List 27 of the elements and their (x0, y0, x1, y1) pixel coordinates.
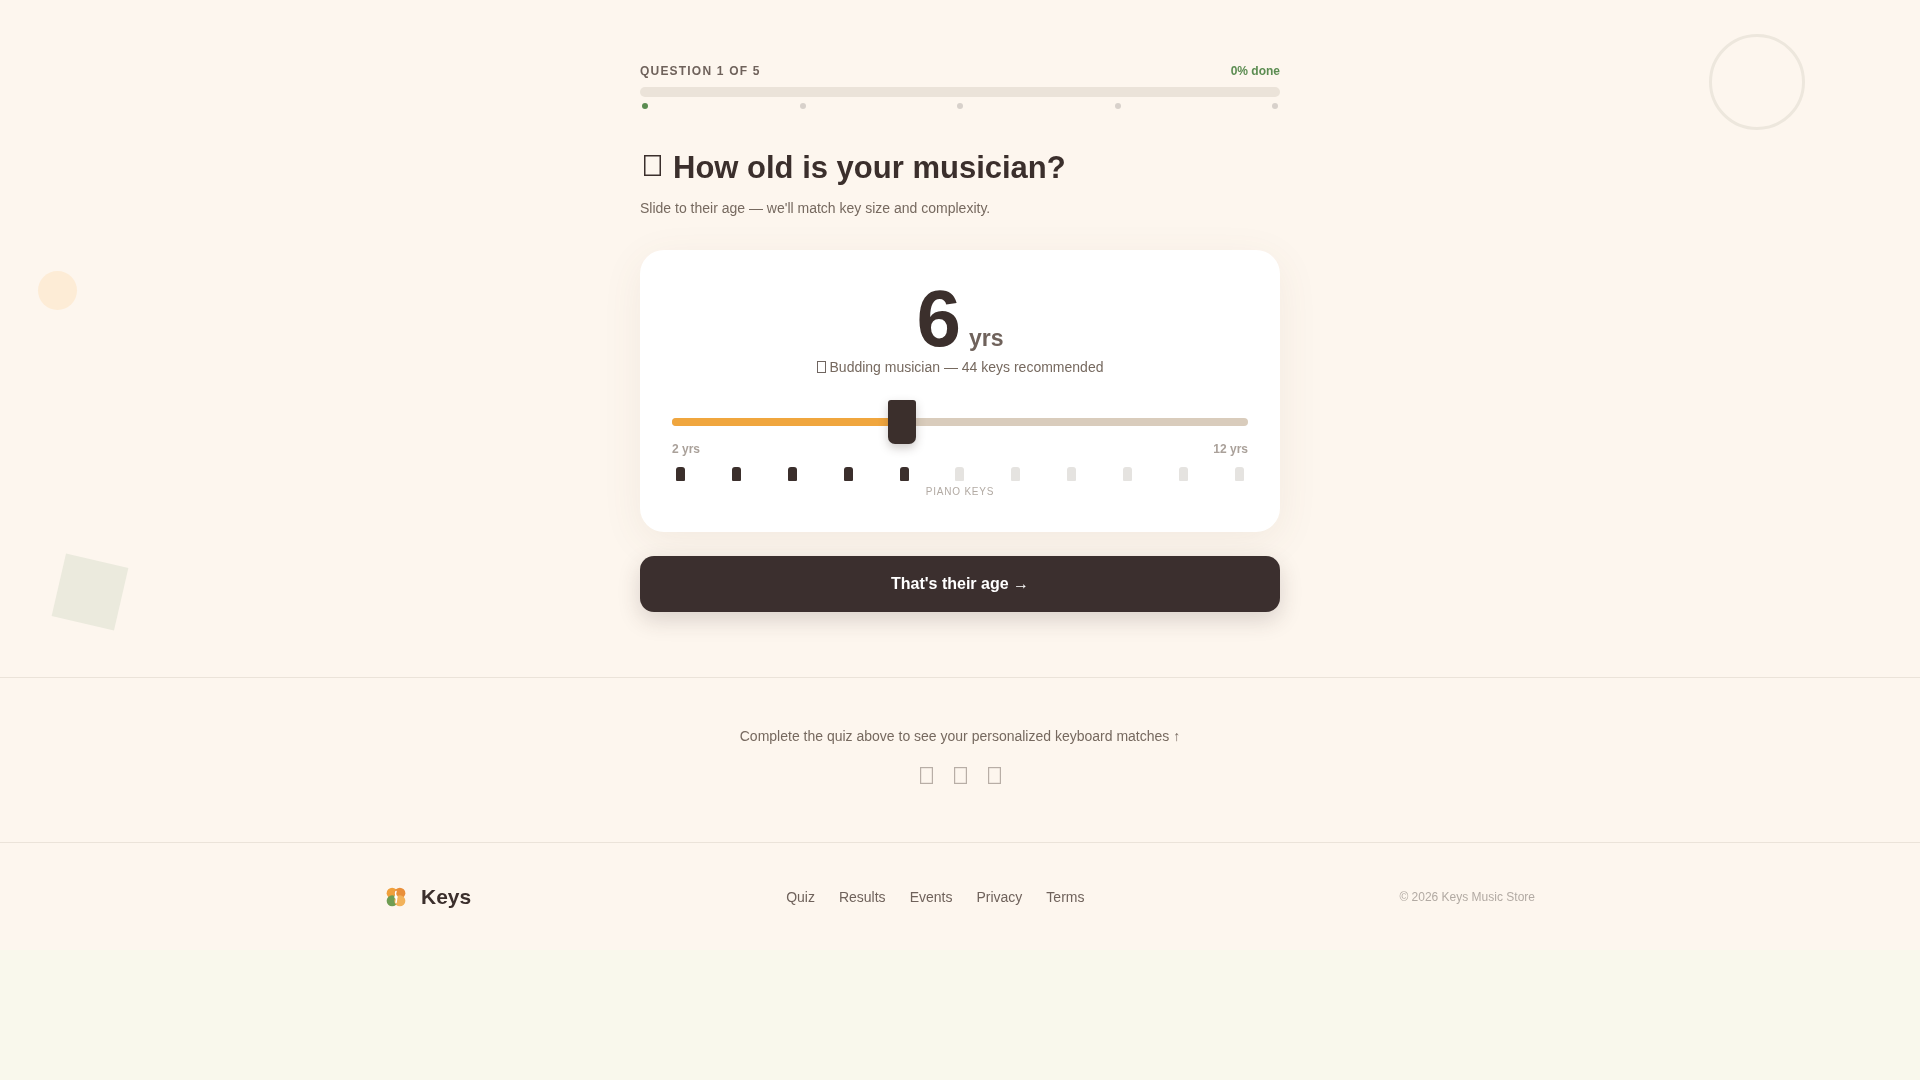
footer-link[interactable]: Results (838, 889, 886, 905)
piano-keys-label: PIANO KEYS (925, 486, 995, 497)
footer-link[interactable]: Quiz (786, 889, 815, 905)
footer-link[interactable]: Terms (1046, 889, 1085, 905)
slider-min-label: 2 yrs (672, 441, 701, 457)
brand-name: Keys (421, 885, 472, 909)
slider-max-label: 12 yrs (1213, 441, 1248, 457)
missing-glyph-icon (644, 154, 661, 176)
missing-glyph-icon (919, 767, 933, 784)
missing-glyph-icon (816, 361, 826, 373)
missing-glyph-icon (953, 767, 967, 784)
question-counter: QUESTION 1 OF 5 (640, 64, 761, 78)
age-caption: Budding musician — 44 keys recommended (829, 358, 1104, 377)
results-hint: Complete the quiz above to see your personalized keyboard matches ↑ (739, 728, 1181, 744)
question-title: How old is your musician? (673, 150, 1066, 186)
copyright: © 2026 Keys Music Store (1399, 890, 1535, 904)
question-subtitle: Slide to their age — we'll match key size and complexity. (640, 200, 991, 216)
footer-link[interactable]: Privacy (976, 889, 1023, 905)
next-button[interactable]: That's their age → (640, 556, 1280, 612)
progress-percent: 0% done (1230, 64, 1280, 78)
missing-glyph-icon (987, 767, 1001, 784)
age-unit: yrs (968, 325, 1004, 352)
circle-decoration (38, 271, 77, 310)
flower-logo-icon (385, 886, 407, 908)
footer-link[interactable]: Events (909, 889, 953, 905)
age-value: 6 (916, 283, 961, 355)
slider-thumb[interactable] (888, 400, 917, 444)
